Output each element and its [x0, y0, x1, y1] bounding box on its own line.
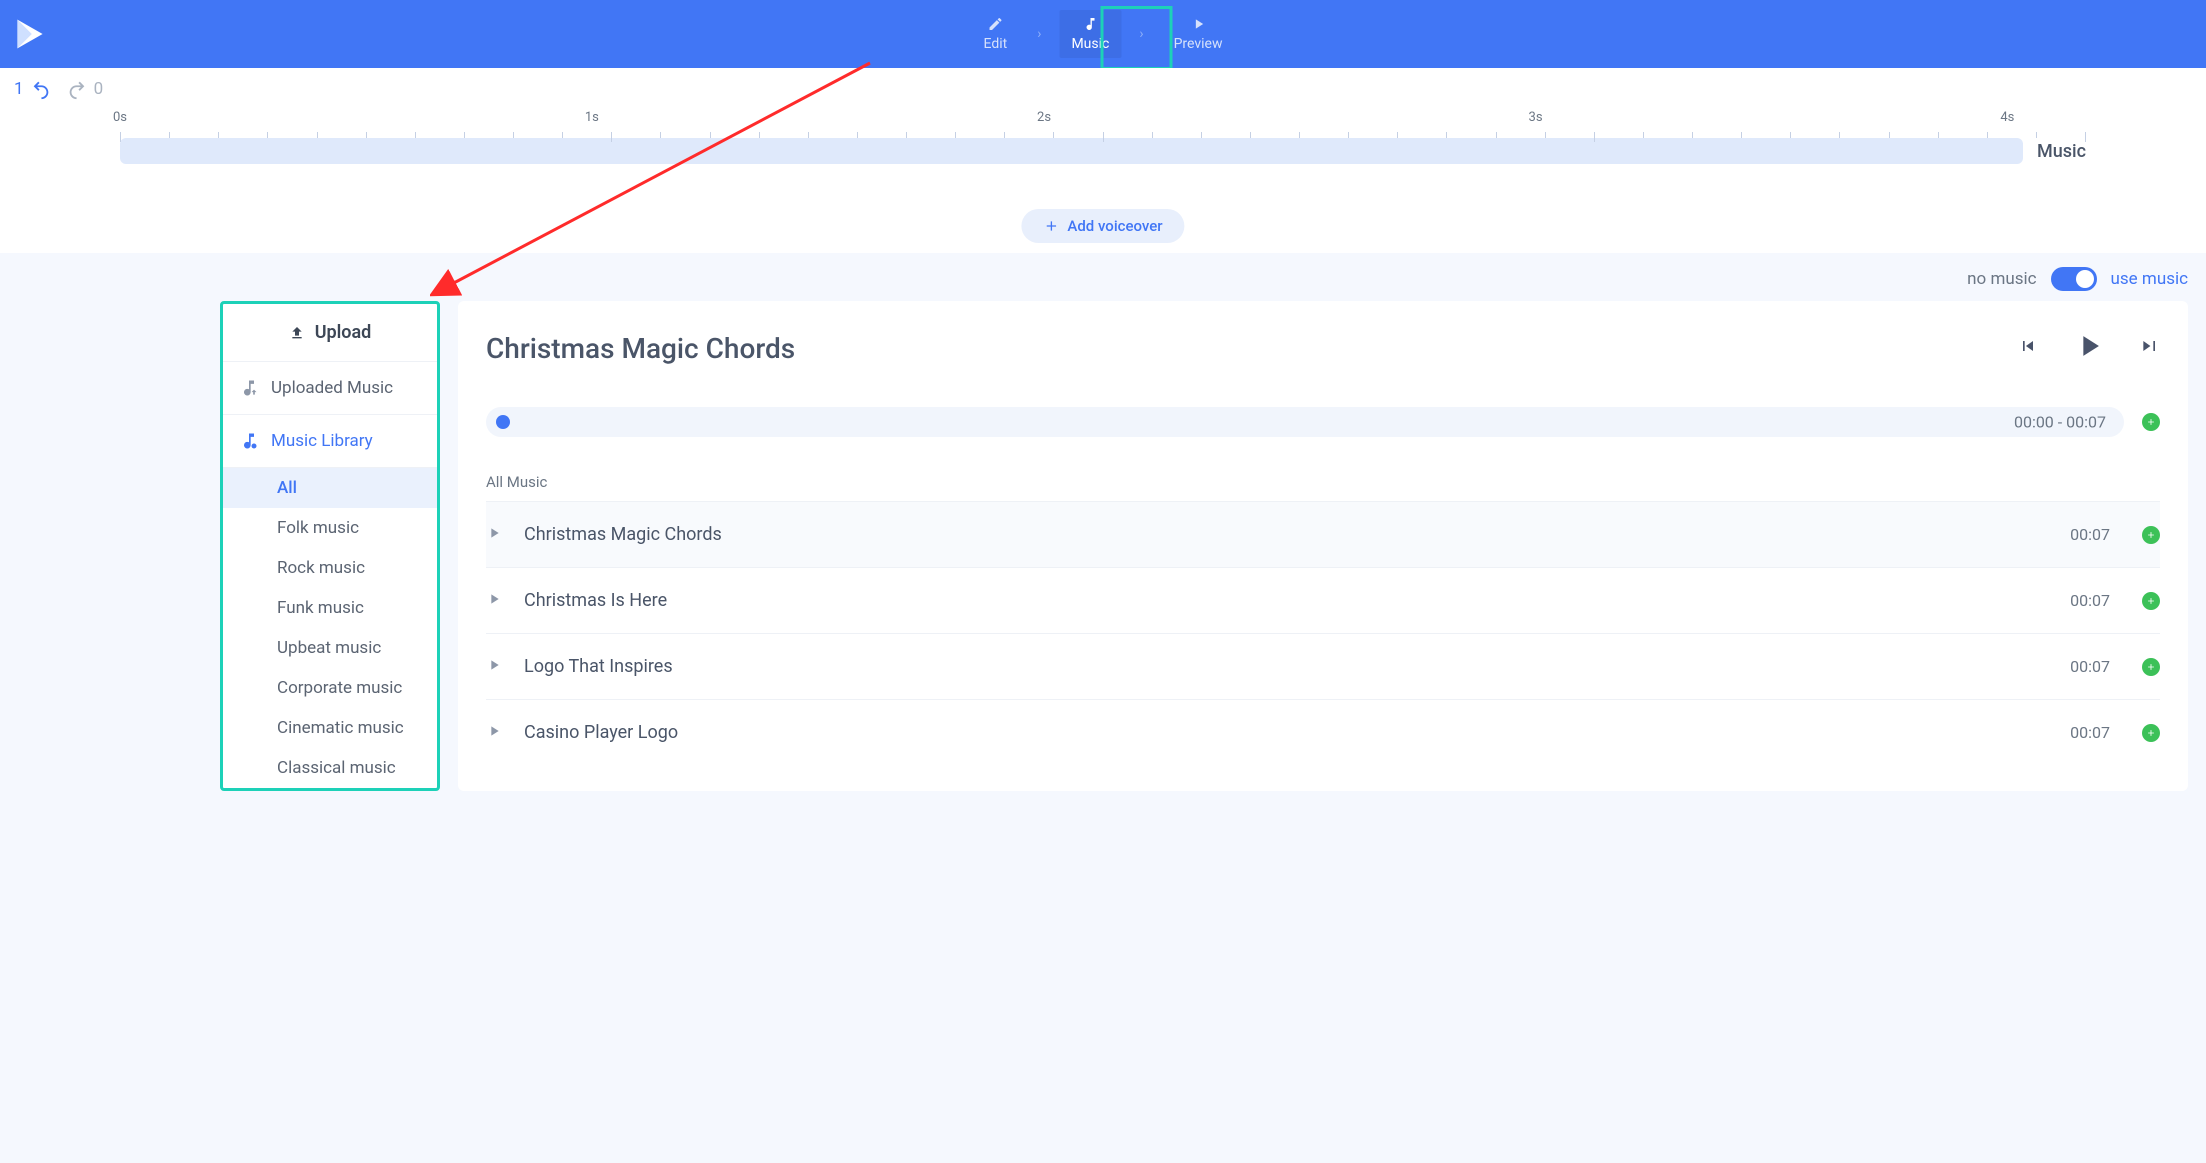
undo-button[interactable]: 1 [14, 78, 52, 100]
play-icon [486, 591, 502, 607]
genre-folk[interactable]: Folk music [223, 508, 437, 548]
music-track-bar[interactable] [120, 138, 2023, 164]
timeline-panel: 1 0 0s 1s 2s 3s 4s Music [0, 68, 2206, 253]
add-voiceover-button[interactable]: Add voiceover [1021, 209, 1184, 243]
genre-cinematic[interactable]: Cinematic music [223, 708, 437, 748]
play-icon [486, 657, 502, 673]
genre-corporate[interactable]: Corporate music [223, 668, 437, 708]
track-list-header: All Music [486, 459, 2160, 502]
add-track-button[interactable] [2142, 592, 2160, 610]
tab-edit[interactable]: Edit [972, 10, 1020, 58]
plus-icon [2146, 530, 2156, 540]
player-panel: Christmas Magic Chords 00:00 - 00:07 [458, 301, 2188, 791]
add-track-button[interactable] [2142, 724, 2160, 742]
play-icon [486, 723, 502, 739]
genre-list: All Folk music Rock music Funk music Upb… [223, 468, 437, 788]
sidebar-library-label: Music Library [271, 431, 373, 451]
sidebar-uploaded-label: Uploaded Music [271, 378, 393, 398]
workflow-tabs: Edit › Music › Preview [972, 10, 1235, 58]
track-name: Casino Player Logo [524, 722, 2048, 743]
track-row[interactable]: Christmas Magic Chords 00:07 [486, 502, 2160, 568]
music-toggle[interactable] [2051, 267, 2097, 291]
plus-icon [2146, 662, 2156, 672]
next-track-button[interactable] [2140, 336, 2160, 360]
ruler-tick-1: 1s [585, 110, 599, 125]
undo-count: 1 [14, 79, 24, 99]
music-track-label: Music [2037, 141, 2086, 162]
add-track-button[interactable] [2142, 658, 2160, 676]
play-button[interactable] [2072, 329, 2106, 367]
play-icon [486, 525, 502, 541]
now-playing-title: Christmas Magic Chords [486, 332, 795, 365]
chevron-right-icon: › [1037, 26, 1041, 42]
seek-handle[interactable] [496, 415, 510, 429]
no-music-label: no music [1967, 269, 2036, 289]
previous-track-button[interactable] [2018, 336, 2038, 360]
track-duration: 00:07 [2070, 591, 2110, 610]
upload-icon [289, 325, 305, 341]
track-row[interactable]: Christmas Is Here 00:07 [486, 568, 2160, 634]
track-name: Christmas Magic Chords [524, 524, 2048, 545]
track-row[interactable]: Logo That Inspires 00:07 [486, 634, 2160, 700]
plus-icon [2146, 596, 2156, 606]
track-play-button[interactable] [486, 657, 502, 677]
track-duration: 00:07 [2070, 525, 2110, 544]
tab-edit-label: Edit [984, 36, 1008, 52]
music-note-icon [1082, 16, 1098, 32]
timeline-ruler[interactable]: 0s 1s 2s 3s 4s [120, 110, 2086, 138]
music-toggle-row: no music use music [0, 253, 2206, 301]
redo-icon [66, 78, 88, 100]
genre-rock[interactable]: Rock music [223, 548, 437, 588]
track-row[interactable]: Casino Player Logo 00:07 [486, 700, 2160, 765]
upload-label: Upload [315, 322, 372, 343]
tab-music[interactable]: Music [1059, 10, 1121, 58]
use-music-label: use music [2111, 269, 2188, 289]
upload-button[interactable]: Upload [223, 304, 437, 362]
track-name: Logo That Inspires [524, 656, 2048, 677]
tab-preview-label: Preview [1174, 36, 1223, 52]
plus-icon [1043, 218, 1059, 234]
play-icon [2072, 329, 2106, 363]
track-duration: 00:07 [2070, 723, 2110, 742]
track-play-button[interactable] [486, 525, 502, 545]
play-icon [1190, 16, 1206, 32]
sidebar-item-music-library[interactable]: Music Library [223, 415, 437, 468]
genre-classical[interactable]: Classical music [223, 748, 437, 788]
tab-preview[interactable]: Preview [1162, 10, 1235, 58]
plus-icon [2146, 417, 2156, 427]
pencil-icon [987, 16, 1003, 32]
app-logo [12, 16, 48, 52]
top-bar: Edit › Music › Preview [0, 0, 2206, 68]
music-sidebar: Upload Uploaded Music Music Library All … [220, 301, 440, 791]
track-play-button[interactable] [486, 591, 502, 611]
tab-music-label: Music [1071, 36, 1109, 52]
genre-funk[interactable]: Funk music [223, 588, 437, 628]
genre-all[interactable]: All [223, 468, 437, 508]
add-voiceover-label: Add voiceover [1067, 217, 1162, 235]
ruler-tick-3: 3s [1529, 110, 1543, 125]
chevron-right-icon: › [1139, 26, 1143, 42]
ruler-tick-4: 4s [2000, 110, 2014, 125]
undo-icon [30, 78, 52, 100]
skip-next-icon [2140, 336, 2160, 356]
ruler-tick-2: 2s [1037, 110, 1051, 125]
music-upload-icon [239, 378, 259, 398]
add-track-button[interactable] [2142, 526, 2160, 544]
music-library-icon [239, 431, 259, 451]
track-play-button[interactable] [486, 723, 502, 743]
plus-icon [2146, 728, 2156, 738]
add-current-track-button[interactable] [2142, 413, 2160, 431]
ruler-tick-0: 0s [113, 110, 127, 125]
seek-bar[interactable]: 00:00 - 00:07 [486, 407, 2124, 437]
skip-previous-icon [2018, 336, 2038, 356]
track-duration: 00:07 [2070, 657, 2110, 676]
genre-upbeat[interactable]: Upbeat music [223, 628, 437, 668]
track-name: Christmas Is Here [524, 590, 2048, 611]
redo-count: 0 [94, 79, 104, 99]
redo-button[interactable]: 0 [66, 78, 104, 100]
sidebar-item-uploaded-music[interactable]: Uploaded Music [223, 362, 437, 415]
seek-time-range: 00:00 - 00:07 [2014, 413, 2106, 432]
